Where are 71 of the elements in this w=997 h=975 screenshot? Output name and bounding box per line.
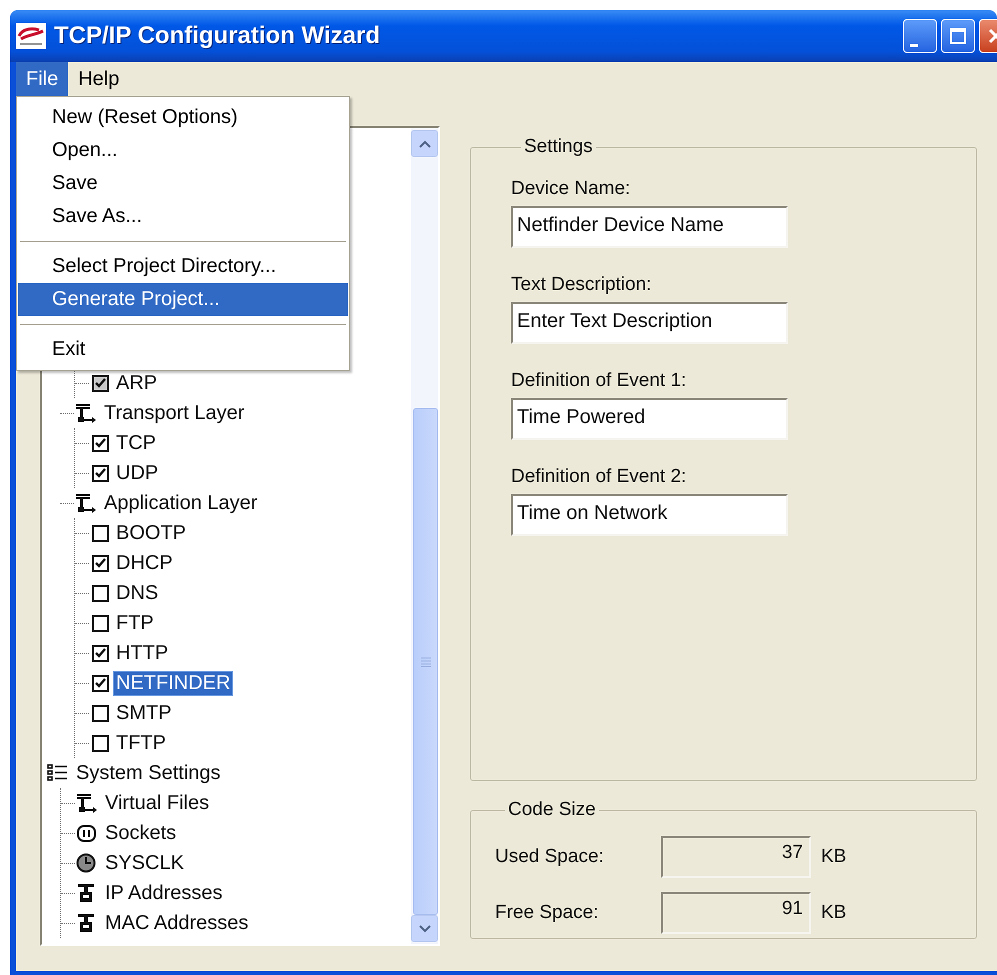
layer-icon (74, 492, 98, 514)
checkbox[interactable] (92, 704, 109, 722)
tree-item[interactable]: TCP (114, 432, 158, 454)
tree-item[interactable]: UDP (114, 462, 160, 484)
tree-item[interactable]: FTP (114, 612, 156, 634)
menu-item[interactable]: File (16, 62, 68, 96)
menu-entry[interactable]: Save As... (18, 200, 348, 233)
checkbox[interactable] (92, 614, 109, 632)
menu-entry[interactable]: Generate Project... (18, 283, 348, 316)
checkbox[interactable] (92, 734, 109, 752)
input-field[interactable]: Enter Text Description (511, 302, 788, 344)
layer-icon (74, 402, 98, 424)
group-title: Settings (523, 136, 594, 158)
tree-item[interactable]: HTTP (114, 642, 170, 664)
minimize-icon (910, 44, 918, 46)
readonly-field: 37 (661, 836, 811, 878)
field-label: Text Description: (511, 274, 652, 296)
chevron-down-icon (418, 924, 430, 932)
tree-item[interactable]: Transport Layer (102, 402, 246, 424)
checkbox[interactable] (92, 674, 109, 692)
tree-item[interactable]: DHCP (114, 552, 175, 574)
checkbox[interactable] (92, 524, 109, 542)
maximize-button[interactable] (941, 19, 975, 53)
list-icon (46, 762, 70, 784)
checkbox[interactable] (92, 644, 109, 662)
menu-entry[interactable]: Save (18, 167, 348, 200)
field-label: Used Space: (495, 846, 605, 868)
checkbox[interactable] (92, 584, 109, 602)
scroll-thumb[interactable] (413, 408, 438, 915)
tree-item[interactable]: NETFINDER (114, 672, 232, 694)
input-field[interactable]: Time on Network (511, 494, 788, 536)
socket-icon (75, 822, 99, 844)
tree-item[interactable]: Application Layer (102, 492, 260, 514)
chevron-up-icon (418, 140, 430, 148)
maximize-icon (949, 27, 967, 45)
unit-label: KB (821, 846, 846, 868)
tree-item[interactable]: IP Addresses (103, 882, 224, 904)
checkbox[interactable] (92, 554, 109, 572)
scroll-down-button[interactable] (411, 915, 438, 942)
field-label: Definition of Event 1: (511, 370, 688, 392)
tree-item[interactable]: BOOTP (114, 522, 188, 544)
checkbox[interactable] (92, 434, 109, 452)
input-field[interactable]: Time Powered (511, 398, 788, 440)
tree-item[interactable]: DNS (114, 582, 160, 604)
grip-icon (420, 656, 430, 666)
tree-item[interactable]: SYSCLK (103, 852, 186, 874)
tree-item[interactable]: Virtual Files (103, 792, 212, 814)
menu-item[interactable]: Help (68, 62, 130, 96)
tree-item[interactable]: SMTP (114, 702, 174, 724)
group-title: Code Size (507, 799, 597, 821)
input-field[interactable]: Netfinder Device Name (511, 206, 788, 248)
unit-label: KB (821, 902, 846, 924)
minimize-button[interactable] (903, 19, 937, 53)
menu-entry[interactable]: Select Project Directory... (18, 250, 348, 283)
tree-item[interactable]: System Settings (74, 762, 223, 784)
menu-entry[interactable]: Open... (18, 134, 348, 167)
readonly-field: 91 (661, 892, 811, 934)
window-title: TCP/IP Configuration Wizard (54, 22, 382, 50)
field-label: Free Space: (495, 902, 600, 924)
app-logo-icon (16, 23, 46, 49)
field-label: Definition of Event 2: (511, 466, 688, 488)
field-label: Device Name: (511, 178, 632, 200)
scrollbar[interactable] (411, 128, 438, 944)
menu-entry[interactable]: Exit (18, 333, 348, 366)
layer-icon (75, 792, 99, 814)
tree-item[interactable]: TFTP (114, 732, 168, 754)
menu-entry[interactable]: New (Reset Options) (18, 101, 348, 134)
scroll-up-button[interactable] (411, 130, 438, 157)
tree-item[interactable]: Sockets (103, 822, 178, 844)
tree-item[interactable]: MAC Addresses (103, 912, 250, 934)
checkbox[interactable] (92, 464, 109, 482)
